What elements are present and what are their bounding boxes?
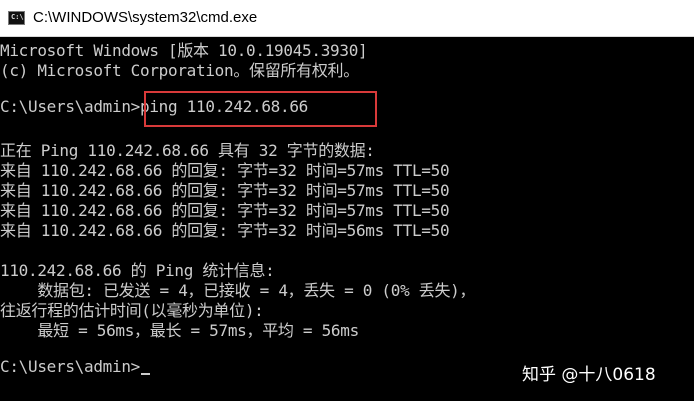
watermark: 知乎 @十八0618 xyxy=(522,365,656,385)
window-title: C:\WINDOWS\system32\cmd.exe xyxy=(33,9,258,26)
cmd-icon: C:\ xyxy=(8,11,25,25)
prompt-text: C:\Users\admin> xyxy=(0,357,140,376)
console-line: (c) Microsoft Corporation。保留所有权利。 xyxy=(0,61,359,80)
ping-reply-line: 来自 110.242.68.66 的回复: 字节=32 时间=56ms TTL=… xyxy=(0,221,450,240)
console-output[interactable]: Microsoft Windows [版本 10.0.19045.3930] (… xyxy=(0,37,694,401)
console-line: 正在 Ping 110.242.68.66 具有 32 字节的数据: xyxy=(0,141,375,160)
ping-stats-header: 110.242.68.66 的 Ping 统计信息: xyxy=(0,261,275,280)
command-highlight-box xyxy=(144,91,377,127)
text-cursor xyxy=(141,373,150,375)
ping-reply-line: 来自 110.242.68.66 的回复: 字节=32 时间=57ms TTL=… xyxy=(0,161,450,180)
ping-stats-rtt: 最短 = 56ms，最长 = 57ms，平均 = 56ms xyxy=(0,321,359,340)
prompt-line[interactable]: C:\Users\admin> xyxy=(0,357,150,377)
title-bar[interactable]: C:\ C:\WINDOWS\system32\cmd.exe xyxy=(0,0,694,37)
ping-reply-line: 来自 110.242.68.66 的回复: 字节=32 时间=57ms TTL=… xyxy=(0,201,450,220)
ping-stats-rtt-header: 往返行程的估计时间(以毫秒为单位): xyxy=(0,301,264,320)
console-line: Microsoft Windows [版本 10.0.19045.3930] xyxy=(0,41,368,60)
ping-reply-line: 来自 110.242.68.66 的回复: 字节=32 时间=57ms TTL=… xyxy=(0,181,450,200)
ping-stats-packets: 数据包: 已发送 = 4，已接收 = 4，丢失 = 0 (0% 丢失)， xyxy=(0,281,476,300)
